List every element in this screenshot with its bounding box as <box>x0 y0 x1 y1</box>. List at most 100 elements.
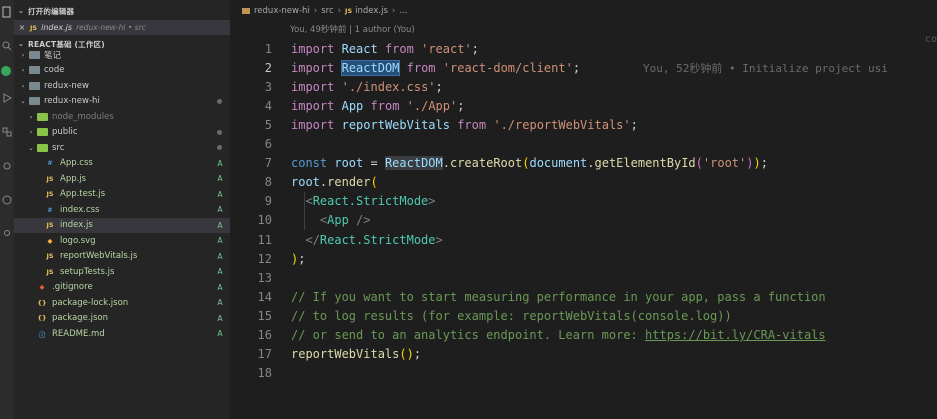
tree-item-label: redux-new-hi <box>44 96 100 107</box>
tree-folder[interactable]: › node_modules <box>14 109 230 125</box>
code-line[interactable]: 10 <App /> <box>230 211 937 230</box>
git-status-badge: A <box>217 158 223 168</box>
code-line[interactable]: 8 root.render( <box>230 173 937 192</box>
tree-item-label: reportWebVitals.js <box>60 251 138 262</box>
run-debug-icon[interactable] <box>1 92 13 104</box>
code-text: // to log results (for example: reportWe… <box>291 308 732 323</box>
tree-file[interactable]: JS setupTests.js A <box>14 264 230 280</box>
breadcrumb-item[interactable]: src <box>321 6 333 16</box>
line-number: 7 <box>264 156 272 171</box>
tree-folder[interactable]: › code <box>14 63 230 79</box>
git-status-badge: A <box>217 313 223 323</box>
breadcrumb-item[interactable]: redux-new-hi <box>254 6 310 16</box>
git-status-badge: A <box>217 189 223 199</box>
close-icon[interactable]: × <box>14 23 30 32</box>
code-text: // or send to an analytics endpoint. Lea… <box>291 328 826 343</box>
explorer-icon[interactable] <box>1 6 13 18</box>
git-status-badge: A <box>217 267 223 277</box>
js-file-icon: JS <box>46 221 54 230</box>
code-line[interactable]: 14 // If you want to start measuring perf… <box>230 287 937 306</box>
remote-icon[interactable] <box>1 160 13 172</box>
line-number: 6 <box>264 137 272 152</box>
explorer-sidebar: ⌄ 打开的编辑器 × JS index.js redux-new-hi • sr… <box>14 0 230 419</box>
tree-file[interactable]: JS App.test.js A <box>14 187 230 203</box>
code-text: import './index.css'; <box>291 79 443 94</box>
chevron-right-icon: › <box>391 6 396 16</box>
code-line[interactable]: 7 const root = ReactDOM.createRoot(docume… <box>230 154 937 173</box>
tree-file[interactable]: JS index.js A <box>14 217 230 233</box>
code-line[interactable]: 3 import './index.css'; <box>230 77 937 96</box>
accounts-icon[interactable] <box>1 228 13 240</box>
line-number: 9 <box>264 194 272 209</box>
tree-folder[interactable]: › 笔记 <box>14 47 230 63</box>
inline-git-blame: You, 52秒钟前 • Initialize project usi <box>643 61 888 75</box>
code-line[interactable]: 12); <box>230 249 937 268</box>
code-line[interactable]: 18 <box>230 364 937 383</box>
tree-folder[interactable]: ⌄ src <box>14 140 230 156</box>
code-line[interactable]: 1 import React from 'react'; <box>230 39 937 58</box>
line-number: 10 <box>257 213 272 228</box>
code-text: ); <box>291 251 306 266</box>
folder-icon <box>242 8 250 14</box>
chevron-right-icon: › <box>21 81 25 90</box>
code-line[interactable]: 13 <box>230 268 937 287</box>
line-number: 16 <box>257 328 272 343</box>
code-line[interactable]: 2 import ReactDOM from 'react-dom/client'… <box>230 58 937 77</box>
open-editors-header[interactable]: ⌄ 打开的编辑器 <box>14 3 230 19</box>
code-line[interactable]: 4 import App from './App'; <box>230 96 937 115</box>
folder-icon <box>36 111 48 122</box>
source-control-badge[interactable] <box>1 66 11 76</box>
js-file-icon: JS <box>46 267 54 276</box>
git-status-badge: A <box>217 329 223 339</box>
code-line[interactable]: 17 reportWebVitals(); <box>230 345 937 364</box>
chevron-right-icon: › <box>21 66 25 75</box>
line-number: 2 <box>264 60 272 75</box>
code-text: import reportWebVitals from './reportWeb… <box>291 117 638 132</box>
extensions-icon[interactable] <box>1 126 13 138</box>
code-line[interactable]: 6 <box>230 135 937 154</box>
tree-file[interactable]: # index.css A <box>14 202 230 218</box>
code-line[interactable]: 9 <React.StrictMode> <box>230 192 937 211</box>
code-line[interactable]: 15 // to log results (for example: report… <box>230 306 937 325</box>
code-line[interactable]: 11 </React.StrictMode> <box>230 230 937 249</box>
git-file-icon: ◆ <box>39 283 45 292</box>
tree-item-label: package.json <box>52 313 108 324</box>
breadcrumb-item[interactable]: index.js <box>355 6 388 16</box>
chevron-right-icon: › <box>29 112 33 121</box>
folder-icon <box>28 49 40 60</box>
tree-file[interactable]: ⓘ README.md A <box>14 326 230 342</box>
search-icon[interactable] <box>1 40 13 52</box>
open-editor-item[interactable]: × JS index.js redux-new-hi • src <box>14 20 230 35</box>
code-text: <React.StrictMode> <box>305 194 436 209</box>
tree-folder[interactable]: › public <box>14 125 230 141</box>
line-number: 5 <box>264 117 272 132</box>
line-number: 17 <box>257 347 272 362</box>
tree-file[interactable]: JS App.js A <box>14 171 230 187</box>
js-file-icon: JS <box>46 190 54 199</box>
git-status-badge: A <box>217 298 223 308</box>
code-text: root.render( <box>291 175 378 190</box>
tree-file[interactable]: JS reportWebVitals.js A <box>14 249 230 265</box>
tree-file[interactable]: # App.css A <box>14 156 230 172</box>
timeline-icon[interactable] <box>1 194 13 206</box>
json-file-icon: {} <box>37 298 47 307</box>
js-file-icon: JS <box>46 174 54 183</box>
modified-dot <box>217 129 222 135</box>
tree-file[interactable]: ◆ logo.svg A <box>14 233 230 249</box>
breadcrumb-item[interactable]: ... <box>399 6 407 16</box>
tree-file[interactable]: ◆ .gitignore A <box>14 280 230 296</box>
line-number: 1 <box>264 41 272 56</box>
git-status-badge: A <box>217 236 223 246</box>
chevron-right-icon: › <box>337 6 342 16</box>
git-status-badge: A <box>217 251 223 261</box>
tree-file[interactable]: {} package-lock.json A <box>14 295 230 311</box>
tree-folder[interactable]: ⌄ redux-new-hi <box>14 94 230 110</box>
codelens-blame[interactable]: You, 49秒钟前 | 1 author (You) <box>290 23 415 35</box>
line-number: 11 <box>257 232 272 247</box>
chevron-right-icon: › <box>29 128 33 137</box>
tree-file[interactable]: {} package.json A <box>14 311 230 327</box>
code-line[interactable]: 16 // or send to an analytics endpoint. L… <box>230 326 937 345</box>
code-line[interactable]: 5 import reportWebVitals from './reportWe… <box>230 115 937 134</box>
tree-folder[interactable]: › redux-new <box>14 78 230 94</box>
tree-item-label: App.css <box>60 158 93 169</box>
